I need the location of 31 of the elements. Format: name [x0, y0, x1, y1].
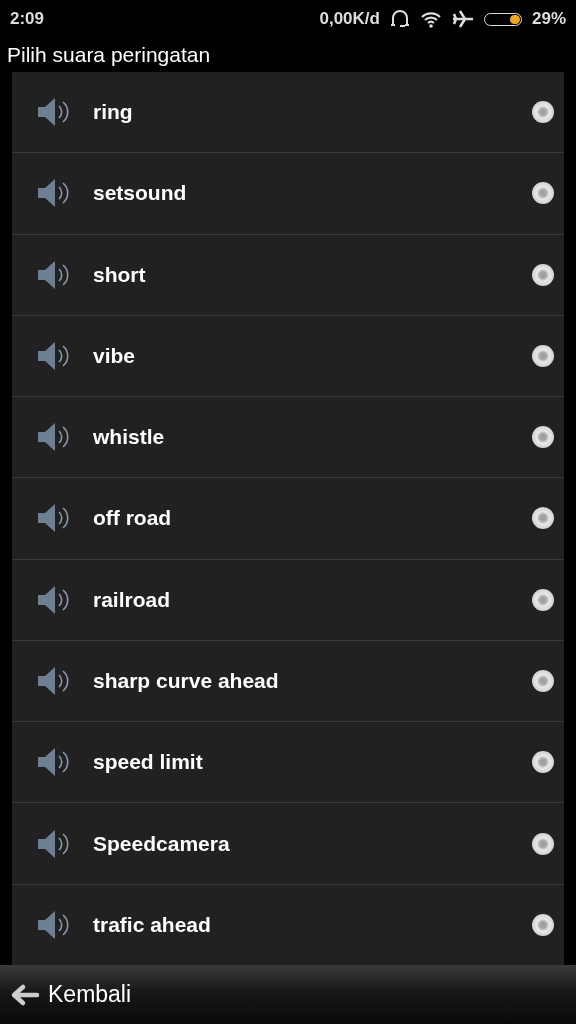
radio-button[interactable] — [532, 751, 554, 774]
sound-item[interactable]: speed limit — [12, 722, 564, 804]
radio-button[interactable] — [532, 263, 554, 286]
sound-item[interactable]: whistle — [12, 397, 564, 479]
sound-item[interactable]: sharp curve ahead — [12, 640, 564, 723]
sound-item[interactable]: ring — [12, 72, 564, 154]
radio-button[interactable] — [532, 426, 554, 449]
airplane-icon — [451, 10, 474, 28]
radio-button[interactable] — [532, 588, 554, 611]
battery-percent: 29% — [531, 9, 566, 29]
headset-icon — [389, 9, 410, 29]
radio-button[interactable] — [532, 913, 554, 936]
radio-button[interactable] — [532, 507, 554, 530]
radio-button[interactable] — [532, 101, 554, 124]
back-button[interactable]: Kembali — [0, 981, 142, 1008]
radio-button[interactable] — [532, 832, 554, 855]
sound-item[interactable]: off road — [12, 478, 564, 560]
network-speed: 0,00K/d — [319, 9, 380, 29]
sound-item[interactable]: trafic ahead — [12, 884, 564, 965]
back-arrow-icon — [10, 982, 40, 1007]
sound-item[interactable]: railroad — [12, 559, 564, 641]
sound-item[interactable]: setsound — [12, 153, 564, 235]
wifi-icon — [419, 10, 442, 28]
radio-button[interactable] — [532, 182, 554, 205]
sound-item[interactable]: short — [12, 234, 564, 316]
radio-button[interactable] — [532, 670, 554, 692]
clock: 2:09 — [10, 9, 45, 29]
sound-item[interactable]: vibe — [12, 315, 564, 398]
radio-button[interactable] — [532, 344, 554, 367]
sound-item[interactable]: Speedcamera — [12, 803, 564, 885]
page-title: Pilih suara peringatan — [7, 43, 211, 67]
